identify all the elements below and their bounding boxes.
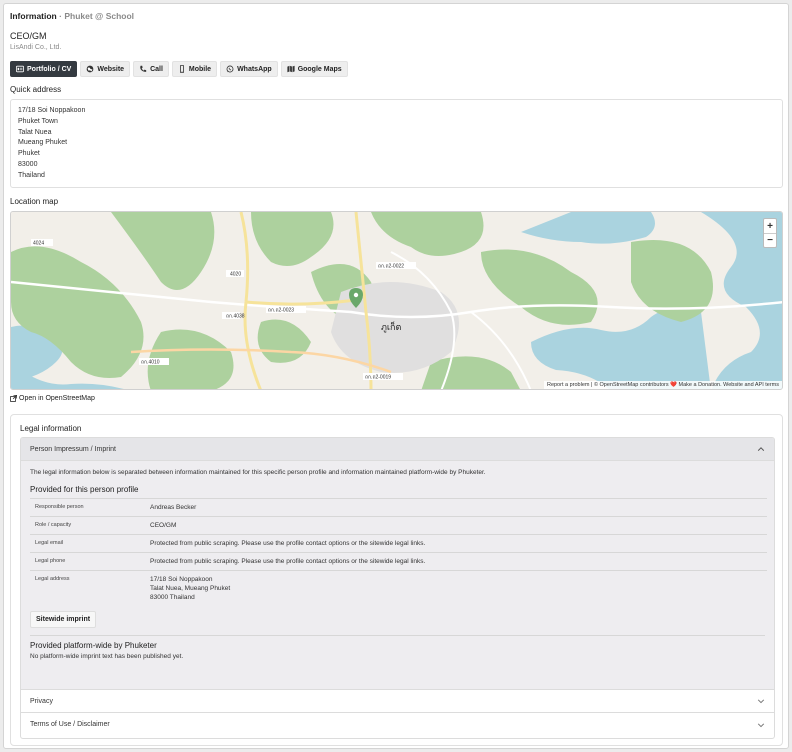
address-line: Phuket Town <box>18 117 58 125</box>
globe-icon <box>86 65 94 73</box>
map-tiles: 4024 4020 ถก.4038 ถก.ถ2-0023 ถก.ถ2-0022 … <box>11 212 782 389</box>
profile-role: CEO/GM <box>10 31 47 41</box>
accordion-header-imprint[interactable]: Person Impressum / Imprint <box>21 438 774 461</box>
website-button[interactable]: Website <box>80 61 131 77</box>
legal-details-table: Responsible person Andreas Becker Role /… <box>30 498 767 606</box>
page-header: Information · Phuket @ School <box>10 11 134 21</box>
zoom-out-button[interactable]: − <box>764 233 776 247</box>
google-maps-button-label: Google Maps <box>297 65 342 73</box>
map-label: ถก.ถ2-0022 <box>378 264 404 270</box>
address-line: 17/18 Soi Noppakoon <box>18 107 86 114</box>
legal-intro-text: The legal information below is separated… <box>30 469 486 476</box>
row-key: Legal address <box>30 570 145 606</box>
quick-address-label: Quick address <box>10 85 62 94</box>
map-label: 4020 <box>230 272 241 278</box>
page-frame: Information · Phuket @ School CEO/GM Lis… <box>3 3 789 749</box>
location-map-label: Location map <box>10 197 59 206</box>
map-label: 4024 <box>33 241 44 247</box>
chevron-down-icon <box>757 699 765 704</box>
table-row: Responsible person Andreas Becker <box>30 498 767 517</box>
person-profile-heading: Provided for this person profile <box>30 485 139 494</box>
row-key: Legal email <box>30 534 145 553</box>
accordion-header-label: Person Impressum / Imprint <box>30 445 116 453</box>
map-label: ถก.ถ2-0019 <box>365 375 391 381</box>
call-button-label: Call <box>150 65 163 73</box>
row-value: CEO/GM <box>145 516 767 535</box>
map-label: ถก.4010 <box>141 360 160 366</box>
website-button-label: Website <box>97 65 125 73</box>
chevron-down-icon <box>757 722 765 727</box>
call-button[interactable]: Call <box>133 61 169 77</box>
row-key: Role / capacity <box>30 516 145 535</box>
accordion-header-terms[interactable]: Terms of Use / Disclaimer <box>21 713 774 736</box>
section-subtitle: Phuket @ School <box>64 11 135 21</box>
phone-icon <box>140 65 147 72</box>
table-row: Legal email Protected from public scrapi… <box>30 534 767 553</box>
legal-information-card: Legal information Person Impressum / Imp… <box>10 414 783 746</box>
address-line: Thailand <box>18 171 45 179</box>
divider <box>30 635 765 636</box>
address-line: Mueang Phuket <box>18 139 68 147</box>
map-attribution[interactable]: Report a problem | © OpenStreetMap contr… <box>543 381 782 389</box>
accordion-header-privacy[interactable]: Privacy <box>21 690 774 713</box>
row-value: 17/18 Soi Noppakoon Talat Nuea, Mueang P… <box>145 570 767 606</box>
accordion-header-label: Privacy <box>30 697 53 705</box>
mobile-icon <box>179 65 184 73</box>
address-line: Phuket <box>18 150 40 158</box>
portfolio-button[interactable]: Portfolio / CV <box>10 61 78 77</box>
whatsapp-button-label: WhatsApp <box>237 65 272 73</box>
map-label: ถก.4038 <box>226 314 245 320</box>
imprint-panel: The legal information below is separated… <box>21 461 774 690</box>
chevron-up-icon <box>757 447 765 451</box>
section-title: Information <box>10 11 57 21</box>
legal-information-title: Legal information <box>20 424 82 433</box>
open-in-osm-label: Open in OpenStreetMap <box>19 395 95 402</box>
address-line: 83000 <box>18 160 38 168</box>
open-in-osm-link[interactable]: Open in OpenStreetMap <box>10 395 95 402</box>
accordion-header-label: Terms of Use / Disclaimer <box>30 721 110 728</box>
platform-text: No platform-wide imprint text has been p… <box>30 653 184 660</box>
sitewide-imprint-button[interactable]: Sitewide imprint <box>30 611 97 628</box>
row-key: Responsible person <box>30 498 145 517</box>
row-value: Protected from public scraping. Please u… <box>145 534 767 553</box>
external-link-icon <box>10 395 17 402</box>
quick-address-box: 17/18 Soi Noppakoon Phuket Town Talat Nu… <box>10 99 783 188</box>
legal-accordion: Person Impressum / Imprint The legal inf… <box>20 437 775 739</box>
portfolio-button-label: Portfolio / CV <box>27 65 72 73</box>
contact-button-row: Portfolio / CV Website Call Mobile Whats… <box>10 61 348 77</box>
map-icon <box>287 65 295 73</box>
table-row: Legal phone Protected from public scrapi… <box>30 552 767 571</box>
zoom-control: + − <box>763 218 777 248</box>
whatsapp-icon <box>226 65 234 73</box>
map-label: ถก.ถ2-0023 <box>268 308 294 314</box>
id-card-icon <box>16 65 24 73</box>
location-map[interactable]: 4024 4020 ถก.4038 ถก.ถ2-0023 ถก.ถ2-0022 … <box>10 211 783 390</box>
row-value: Andreas Becker <box>145 498 767 517</box>
row-key: Legal phone <box>30 552 145 571</box>
map-city-label: ภูเก็ต <box>381 320 401 333</box>
row-value: Protected from public scraping. Please u… <box>145 552 767 571</box>
table-row: Role / capacity CEO/GM <box>30 516 767 535</box>
google-maps-button[interactable]: Google Maps <box>280 61 348 77</box>
profile-company: LisAndi Co., Ltd. <box>10 44 62 51</box>
table-row: Legal address 17/18 Soi Noppakoon Talat … <box>30 570 767 606</box>
platform-heading: Provided platform-wide by Phuketer <box>30 641 157 650</box>
address-line: Talat Nuea <box>18 128 52 136</box>
whatsapp-button[interactable]: WhatsApp <box>220 61 278 77</box>
zoom-in-button[interactable]: + <box>764 219 776 233</box>
mobile-button-label: Mobile <box>188 65 212 73</box>
title-separator: · <box>59 11 62 21</box>
mobile-button[interactable]: Mobile <box>171 61 218 77</box>
